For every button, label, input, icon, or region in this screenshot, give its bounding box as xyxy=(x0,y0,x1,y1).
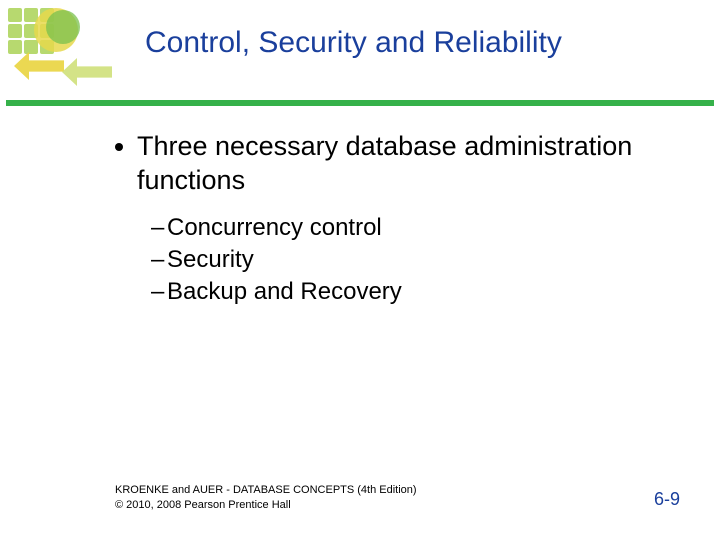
slide: Control, Security and Reliability Three … xyxy=(0,0,720,540)
footer-citation: KROENKE and AUER - DATABASE CONCEPTS (4t… xyxy=(115,483,417,512)
page-number: 6-9 xyxy=(654,489,680,510)
sub-bullet-3: –Backup and Recovery xyxy=(151,276,670,308)
slide-title: Control, Security and Reliability xyxy=(145,26,690,60)
bullet-main: Three necessary database administration … xyxy=(115,130,670,198)
dash-icon: – xyxy=(151,276,167,308)
bullet-dot-icon xyxy=(115,143,123,151)
sub-bullet-2-text: Security xyxy=(167,246,254,273)
logo-arrow-left-2 xyxy=(62,58,112,86)
dash-icon: – xyxy=(151,244,167,276)
footer-line-1: KROENKE and AUER - DATABASE CONCEPTS (4t… xyxy=(115,483,417,497)
logo-graphic xyxy=(6,6,116,96)
divider-rule xyxy=(6,100,714,106)
sub-bullet-2: –Security xyxy=(151,244,670,276)
sub-bullet-list: –Concurrency control –Security –Backup a… xyxy=(151,212,670,309)
sub-bullet-1-text: Concurrency control xyxy=(167,214,382,241)
dash-icon: – xyxy=(151,212,167,244)
sub-bullet-3-text: Backup and Recovery xyxy=(167,278,402,305)
bullet-main-text: Three necessary database administration … xyxy=(137,130,670,198)
footer-line-2: © 2010, 2008 Pearson Prentice Hall xyxy=(115,498,417,512)
content-area: Three necessary database administration … xyxy=(115,130,670,309)
sub-bullet-1: –Concurrency control xyxy=(151,212,670,244)
logo-circle-green xyxy=(46,10,80,44)
logo-arrow-left-1 xyxy=(14,52,64,80)
